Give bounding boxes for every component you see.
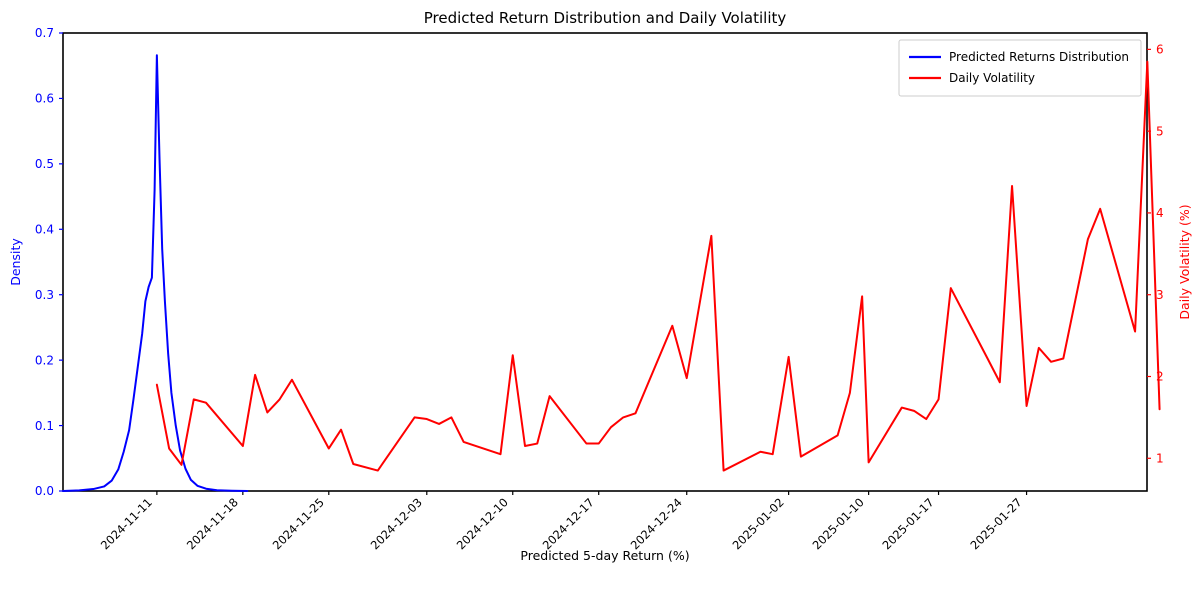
x-axis-label: Predicted 5-day Return (%) [520,548,689,563]
y-tick-label-right: 2 [1156,370,1164,384]
x-tick-label: 2024-11-25 [270,495,327,552]
y-axis-left-label: Density [8,238,23,286]
chart-title: Predicted Return Distribution and Daily … [424,9,787,27]
y-tick-label-left: 0.0 [35,484,54,498]
y-axis-left-ticks: 0.0 0.1 0.2 0.3 0.4 0.5 0.6 0.7 [35,26,63,498]
legend-label-2: Daily Volatility [949,71,1035,85]
chart-figure: Predicted Return Distribution and Daily … [0,0,1200,600]
x-tick-label: 2024-12-10 [454,495,511,552]
y-axis-right-label: Daily Volatility (%) [1177,204,1192,319]
x-tick-label: 2025-01-17 [880,495,937,552]
x-tick-label: 2024-12-17 [540,495,597,552]
y-tick-label-left: 0.7 [35,26,54,40]
y-tick-label-left: 0.4 [35,222,54,236]
y-tick-label-right: 6 [1156,43,1164,57]
y-tick-label-right: 4 [1156,206,1164,220]
y-tick-label-right: 3 [1156,288,1164,302]
x-axis-ticks: 2024-11-11 2024-11-18 2024-11-25 2024-12-03… [98,491,1028,552]
x-tick-label: 2024-12-24 [628,495,685,552]
y-tick-label-right: 1 [1156,451,1164,465]
x-tick-label: 2024-11-11 [98,495,155,552]
y-tick-label-left: 0.3 [35,288,54,302]
chart-legend[interactable]: Predicted Returns Distribution Daily Vola… [898,39,1142,97]
x-tick-label: 2025-01-02 [730,495,787,552]
legend-label-1: Predicted Returns Distribution [949,50,1129,64]
y-tick-label-left: 0.2 [35,353,54,367]
y-tick-label-left: 0.5 [35,157,54,171]
plot-area-frame [62,32,1148,492]
chart-canvas: Predicted Return Distribution and Daily … [8,9,1192,563]
x-tick-label: 2024-11-18 [184,495,241,552]
x-tick-label: 2024-12-03 [368,495,425,552]
y-tick-label-left: 0.1 [35,419,54,433]
legend-background [898,39,1142,97]
y-tick-label-left: 0.6 [35,92,54,106]
y-tick-label-right: 5 [1156,124,1164,138]
x-tick-label: 2025-01-27 [968,495,1025,552]
x-tick-label: 2025-01-10 [810,495,867,552]
